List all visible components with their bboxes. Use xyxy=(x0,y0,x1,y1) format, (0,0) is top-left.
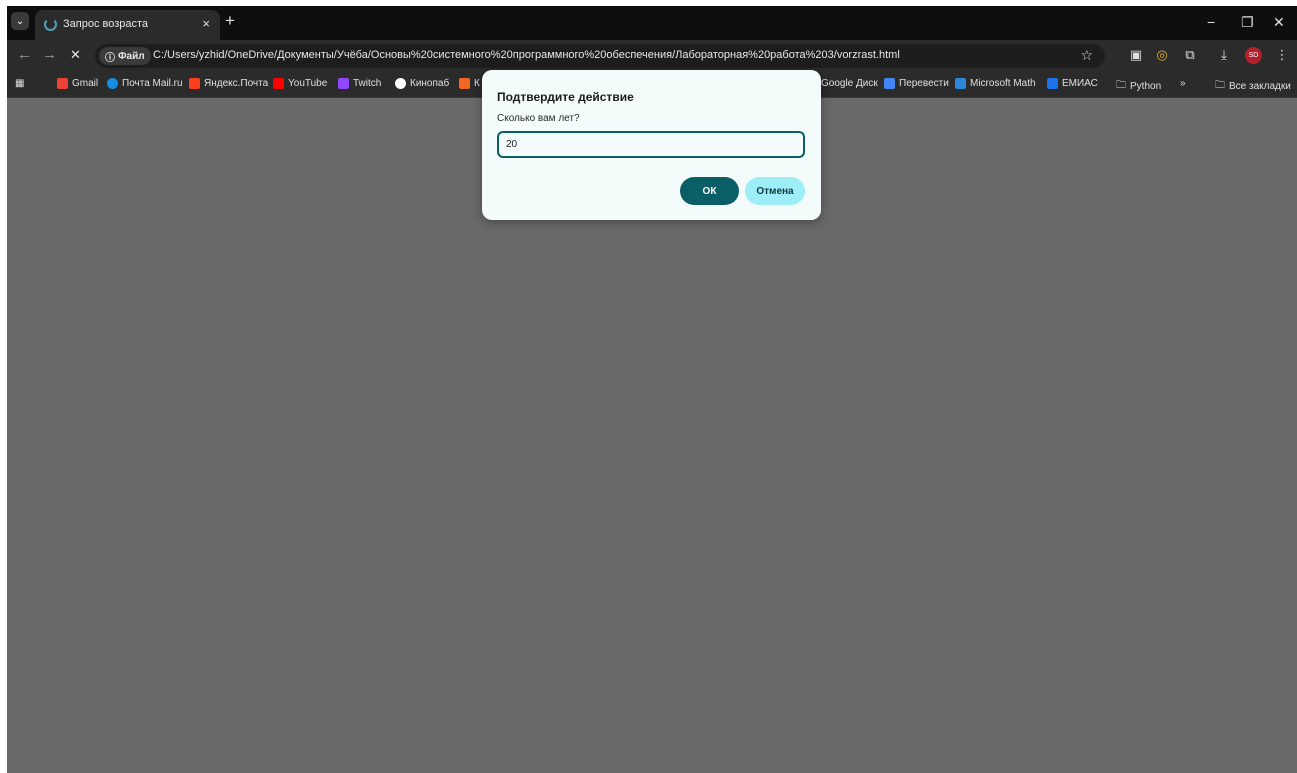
k-icon xyxy=(459,78,470,89)
translate-icon xyxy=(884,78,895,89)
maximize-button[interactable]: ❐ xyxy=(1241,14,1254,31)
bookmark-k[interactable]: К xyxy=(459,78,480,89)
address-bar[interactable]: ⓘ Файл C:/Users/yzhid/OneDrive/Документы… xyxy=(95,44,1105,68)
downloads-icon[interactable]: ⤓ xyxy=(1217,48,1231,62)
site-chip-label: Файл xyxy=(118,50,145,62)
folder-icon: 🗀 xyxy=(1116,80,1126,91)
emias-icon xyxy=(1047,78,1058,89)
age-input[interactable] xyxy=(497,131,805,158)
bookmark-label: Яндекс.Почта xyxy=(204,78,269,89)
ok-button[interactable]: ОК xyxy=(680,177,739,205)
bookmark-mailru[interactable]: Почта Mail.ru xyxy=(107,78,183,89)
dialog-title: Подтвердите действие xyxy=(497,90,634,104)
bookmark-yandex-mail[interactable]: Яндекс.Почта xyxy=(189,78,268,89)
close-window-button[interactable]: ✕ xyxy=(1273,14,1285,31)
bookmark-label: Gmail xyxy=(72,78,99,89)
tab-close-icon[interactable]: × xyxy=(202,16,210,31)
bookmark-label: Twitch xyxy=(353,78,382,89)
folder-icon: 🗀 xyxy=(1215,80,1225,91)
back-button[interactable]: ← xyxy=(17,47,32,63)
bookmark-emias[interactable]: ЕМИАС xyxy=(1047,78,1098,89)
youtube-icon xyxy=(273,78,284,89)
info-icon: ⓘ xyxy=(105,52,115,64)
site-info-chip[interactable]: ⓘ Файл xyxy=(99,47,151,65)
loading-spinner-icon xyxy=(44,18,57,31)
bookmark-label: YouTube xyxy=(288,78,328,89)
bookmark-label: Кинопаб xyxy=(410,78,450,89)
bookmark-microsoft-math[interactable]: Microsoft Math xyxy=(955,78,1036,89)
bookmark-folder-all[interactable]: 🗀 Все закладки xyxy=(1215,78,1291,95)
gmail-icon xyxy=(57,78,68,89)
kinopab-icon xyxy=(395,78,406,89)
bookmark-gmail[interactable]: Gmail xyxy=(57,78,98,89)
bookmark-label: Перевести xyxy=(899,78,949,89)
tab-search-icon[interactable]: ⌄ xyxy=(11,12,29,30)
stop-loading-button[interactable]: ✕ xyxy=(70,47,81,63)
extensions-puzzle-icon[interactable]: ⧉ xyxy=(1183,48,1197,62)
bookmark-twitch[interactable]: Twitch xyxy=(338,78,381,89)
bookmark-kinopab[interactable]: Кинопаб xyxy=(395,78,449,89)
bookmark-label: Почта Mail.ru xyxy=(122,78,183,89)
prompt-dialog: Подтвердите действие Сколько вам лет? ОК… xyxy=(482,70,821,220)
mailru-icon xyxy=(107,78,118,89)
tab-strip: ⌄ Запрос возраста × + − ❐ ✕ xyxy=(7,6,1297,40)
yandex-mail-icon xyxy=(189,78,200,89)
profile-avatar[interactable]: SD xyxy=(1245,47,1262,64)
bookmark-folder-python[interactable]: 🗀 Python xyxy=(1116,78,1161,95)
extension-coin-icon[interactable]: ◎ xyxy=(1155,48,1169,62)
tab-title: Запрос возраста xyxy=(63,18,149,30)
tab-active[interactable]: Запрос возраста × xyxy=(35,10,220,40)
cancel-button[interactable]: Отмена xyxy=(745,177,805,205)
extension-icon[interactable]: ▣ xyxy=(1129,48,1143,62)
apps-grid-icon[interactable]: ▦ xyxy=(15,78,24,89)
dialog-message: Сколько вам лет? xyxy=(497,113,580,124)
menu-kebab-icon[interactable]: ⋮ xyxy=(1275,48,1289,62)
minimize-button[interactable]: − xyxy=(1207,14,1215,30)
bookmark-label: К xyxy=(474,78,480,89)
bookmark-label: Microsoft Math xyxy=(970,78,1036,89)
url-text[interactable]: C:/Users/yzhid/OneDrive/Документы/Учёба/… xyxy=(153,49,900,61)
bookmark-label: Все закладки xyxy=(1229,81,1291,92)
bookmark-google-drive[interactable]: Google Диск xyxy=(821,78,878,89)
bookmarks-overflow-button[interactable]: » xyxy=(1180,78,1186,89)
forward-button[interactable]: → xyxy=(42,47,57,63)
microsoft-math-icon xyxy=(955,78,966,89)
twitch-icon xyxy=(338,78,349,89)
new-tab-button[interactable]: + xyxy=(225,12,235,30)
bookmark-label: Google Диск xyxy=(821,78,878,89)
bookmark-youtube[interactable]: YouTube xyxy=(273,78,327,89)
bookmark-star-icon[interactable]: ☆ xyxy=(1080,47,1093,64)
bookmark-label: Python xyxy=(1130,81,1162,92)
bookmark-translate[interactable]: Перевести xyxy=(884,78,949,89)
bookmark-label: ЕМИАС xyxy=(1062,78,1098,89)
toolbar: ← → ✕ ⓘ Файл C:/Users/yzhid/OneDrive/Док… xyxy=(7,40,1297,72)
